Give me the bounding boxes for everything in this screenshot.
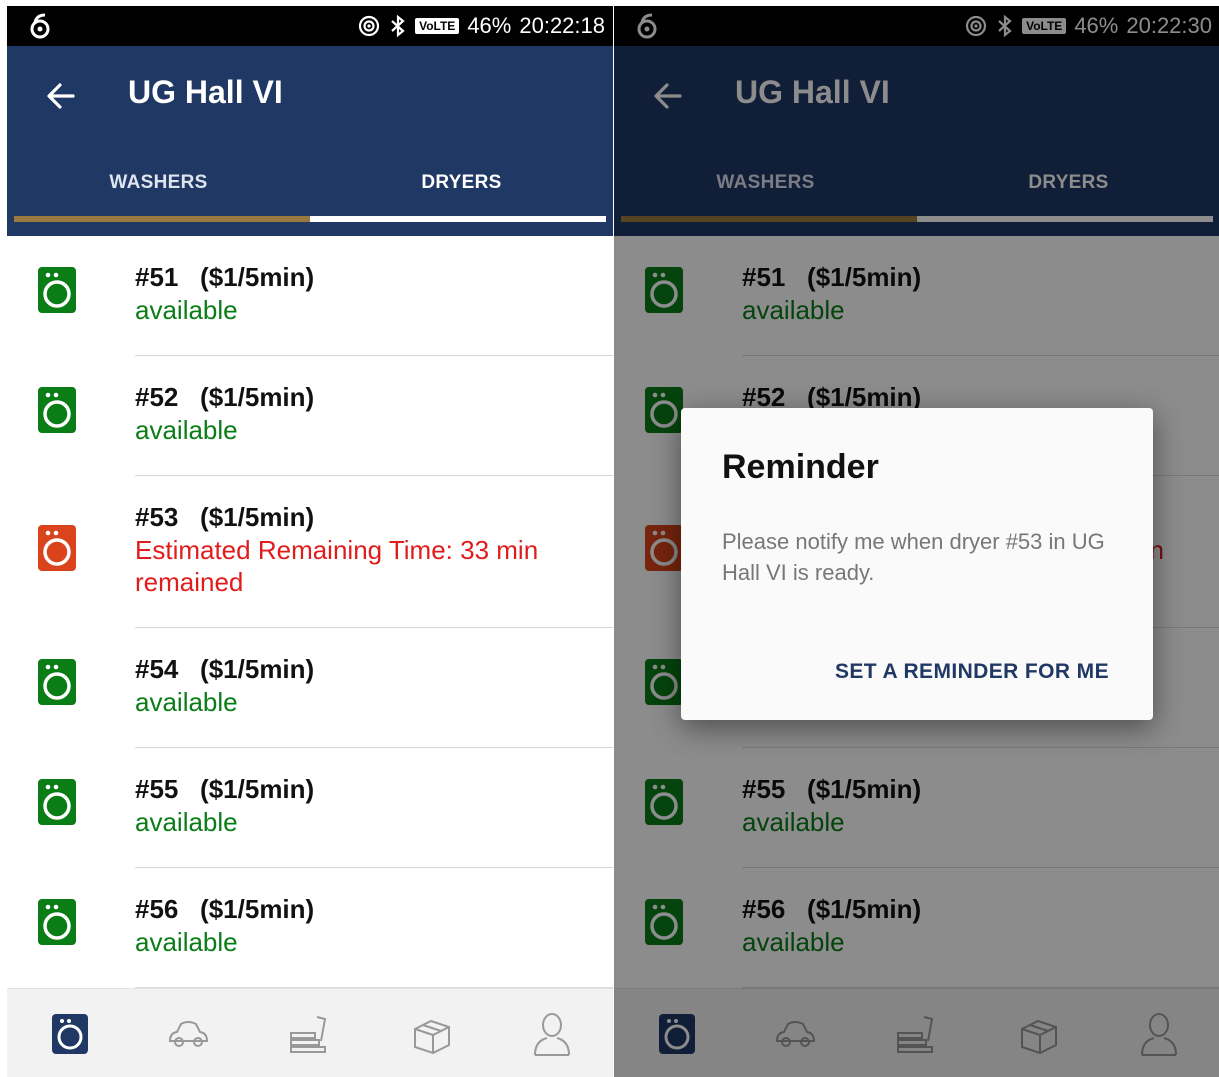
- machine-title: #55 ($1/5min): [135, 774, 315, 804]
- back-arrow-icon[interactable]: [43, 78, 79, 114]
- set-reminder-button[interactable]: SET A REMINDER FOR ME: [835, 660, 1109, 684]
- volte-badge: VoLTE: [415, 18, 460, 34]
- tab-indicator: [14, 216, 606, 222]
- dryer-icon: [37, 658, 77, 706]
- dialog-message: Please notify me when dryer #53 in UG Ha…: [722, 529, 1105, 585]
- tab-dryers[interactable]: DRYERS: [310, 172, 613, 194]
- app-notification-icon: [30, 13, 50, 39]
- dryer-icon: [37, 266, 77, 314]
- machine-row[interactable]: #53 ($1/5min) Estimated Remaining Time: 3…: [7, 476, 613, 628]
- dryer-icon: [37, 524, 77, 572]
- tab-washers[interactable]: WASHERS: [7, 172, 310, 194]
- machine-row[interactable]: #51 ($1/5min) available: [7, 236, 613, 356]
- page-title: UG Hall VI: [128, 74, 283, 110]
- car-icon[interactable]: [165, 1011, 211, 1057]
- phone-screen-left: VoLTE 46% 20:22:18 UG Hall VI WASHERS DR…: [7, 6, 613, 1077]
- machine-title: #51 ($1/5min): [135, 262, 315, 292]
- bluetooth-icon: [391, 14, 405, 38]
- machine-title: #53 ($1/5min): [135, 502, 315, 532]
- box-icon[interactable]: [409, 1011, 455, 1057]
- machine-title: #54 ($1/5min): [135, 654, 315, 684]
- bottom-navigation: [7, 988, 613, 1077]
- machine-status: available: [135, 807, 238, 837]
- battery-level: 46%: [467, 13, 512, 38]
- app-bar: UG Hall VI WASHERS DRYERS: [7, 46, 613, 236]
- machine-status: available: [135, 295, 238, 325]
- dryer-icon: [37, 778, 77, 826]
- profile-icon[interactable]: [529, 1011, 575, 1057]
- machine-row[interactable]: #52 ($1/5min) available: [7, 356, 613, 476]
- machine-title: #52 ($1/5min): [135, 382, 315, 412]
- machine-row[interactable]: #55 ($1/5min) available: [7, 748, 613, 868]
- machine-title: #56 ($1/5min): [135, 894, 315, 924]
- tab-indicator-washers: [14, 216, 310, 222]
- tab-indicator-dryers: [310, 216, 606, 222]
- machine-row[interactable]: #54 ($1/5min) available: [7, 628, 613, 748]
- machine-status: available: [135, 687, 238, 717]
- books-icon[interactable]: [287, 1011, 333, 1057]
- dialog-title: Reminder: [722, 448, 879, 486]
- reminder-dialog: Reminder Please notify me when dryer #53…: [681, 408, 1153, 720]
- hotspot-icon: [358, 15, 380, 37]
- dryer-icon: [37, 386, 77, 434]
- clock: 20:22:18: [519, 13, 605, 38]
- laundry-icon[interactable]: [47, 1011, 93, 1057]
- status-bar: VoLTE 46% 20:22:18: [7, 6, 613, 46]
- phone-screen-right: VoLTE 46% 20:22:30 UG Hall VI WASHERS DR…: [614, 6, 1219, 1077]
- machine-status: Estimated Remaining Time: 33 min remaine…: [135, 535, 539, 597]
- dryer-icon: [37, 898, 77, 946]
- machine-row[interactable]: #56 ($1/5min) available: [7, 868, 613, 988]
- machine-status: available: [135, 415, 238, 445]
- machine-status: available: [135, 927, 238, 957]
